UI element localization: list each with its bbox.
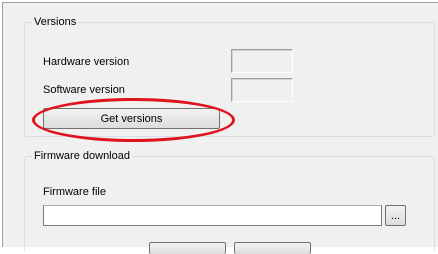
- hardware-version-label: Hardware version: [43, 56, 130, 68]
- firmware-file-label: Firmware file: [43, 186, 106, 198]
- action-button-1[interactable]: [149, 242, 226, 254]
- firmware-download-group: Firmware download: [24, 149, 435, 252]
- software-version-label: Software version: [43, 84, 125, 96]
- hardware-version-field: [231, 49, 293, 73]
- window-panel: Versions Hardware version Software versi…: [2, 2, 438, 254]
- action-button-2[interactable]: [234, 242, 311, 254]
- browse-button[interactable]: ...: [385, 205, 406, 226]
- firmware-file-input[interactable]: [43, 205, 382, 226]
- firmware-download-legend: Firmware download: [32, 149, 132, 163]
- highlight-circle-annotation: [32, 98, 235, 142]
- versions-legend: Versions: [32, 15, 79, 29]
- software-version-field: [231, 78, 293, 102]
